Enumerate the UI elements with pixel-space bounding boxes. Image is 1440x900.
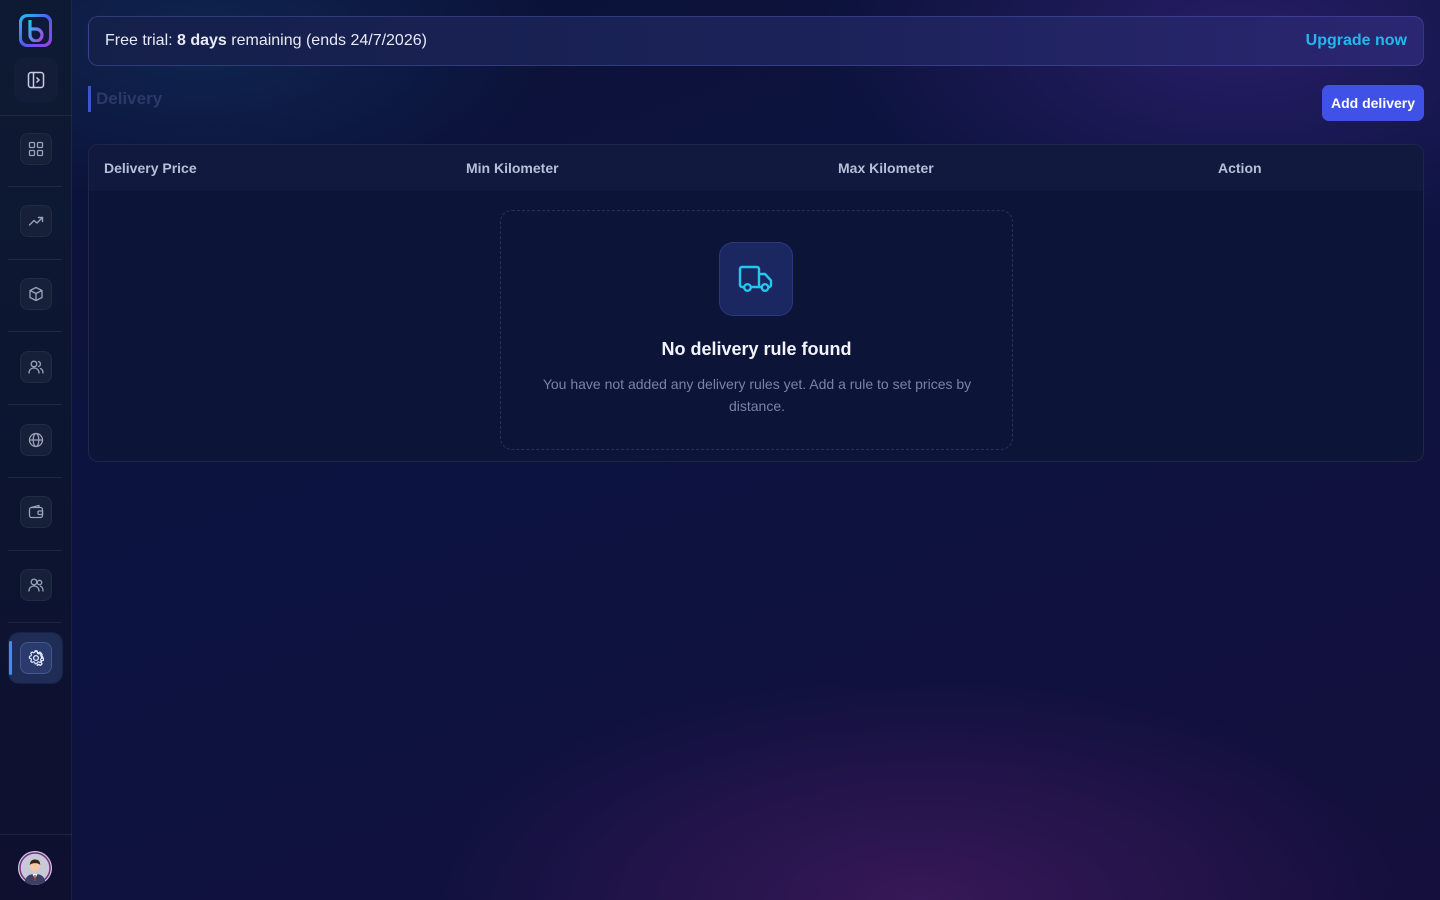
box-icon (29, 286, 43, 302)
page-title: Delivery (96, 89, 163, 108)
page-title-wrap: Delivery (88, 86, 162, 112)
user-avatar[interactable] (18, 851, 52, 885)
sidebar-item-settings-icon-wrap[interactable] (20, 642, 52, 674)
empty-state: No delivery rule found You have not adde… (500, 210, 1013, 450)
sidebar-divider (8, 622, 62, 623)
active-indicator (9, 641, 12, 675)
empty-state-title: No delivery rule found (661, 339, 852, 359)
sidebar-item-wallet[interactable] (20, 496, 52, 528)
sidebar-divider (8, 404, 62, 405)
team-icon (28, 578, 44, 592)
sidebar-panel-icon (27, 71, 45, 89)
sidebar-divider (8, 550, 62, 551)
trial-prefix: Free trial: (105, 32, 178, 49)
sidebar-item-analytics[interactable] (20, 205, 52, 237)
trending-up-icon (28, 216, 44, 226)
avatar-image (18, 851, 52, 885)
trial-message: Free trial: 8 days remaining (ends 24/7/… (105, 32, 427, 50)
trial-days: 8 days (177, 32, 227, 49)
column-header-delivery-price[interactable]: Delivery Price (104, 145, 197, 191)
truck-icon (738, 265, 773, 293)
logo-icon (22, 17, 49, 44)
sidebar-item-products[interactable] (20, 278, 52, 310)
settings-gear-icon (28, 650, 44, 666)
empty-state-description: You have not added any delivery rules ye… (542, 376, 972, 414)
trial-suffix: remaining (ends 24/7/2026) (226, 32, 427, 49)
sidebar-item-dashboard[interactable] (20, 133, 52, 165)
sidebar (0, 0, 72, 900)
column-header-min-kilometer[interactable]: Min Kilometer (466, 145, 559, 191)
add-delivery-button[interactable]: Add delivery (1322, 85, 1424, 121)
trial-banner: Free trial: 8 days remaining (ends 24/7/… (88, 16, 1424, 66)
sidebar-divider (8, 331, 62, 332)
column-header-action: Action (1218, 160, 1262, 176)
sidebar-item-website[interactable] (20, 424, 52, 456)
delivery-table: Delivery Price Min Kilometer Max Kilomet… (88, 144, 1424, 462)
sidebar-divider (8, 186, 62, 187)
wallet-icon (28, 504, 44, 519)
globe-icon (28, 432, 44, 448)
sidebar-item-team[interactable] (20, 569, 52, 601)
empty-state-icon-wrap (719, 242, 793, 316)
sidebar-divider (8, 259, 62, 260)
sidebar-divider (8, 477, 62, 478)
sidebar-divider (0, 834, 72, 835)
sidebar-item-customers[interactable] (20, 351, 52, 383)
app-logo[interactable] (19, 14, 52, 47)
upgrade-now-link[interactable]: Upgrade now (1306, 32, 1407, 50)
dashboard-grid-icon (28, 141, 44, 157)
sidebar-divider (0, 115, 72, 116)
table-header-row: Delivery Price Min Kilometer Max Kilomet… (89, 145, 1423, 191)
sidebar-toggle-button[interactable] (14, 58, 58, 102)
column-header-max-kilometer[interactable]: Max Kilometer (838, 145, 934, 191)
users-icon (28, 360, 44, 374)
